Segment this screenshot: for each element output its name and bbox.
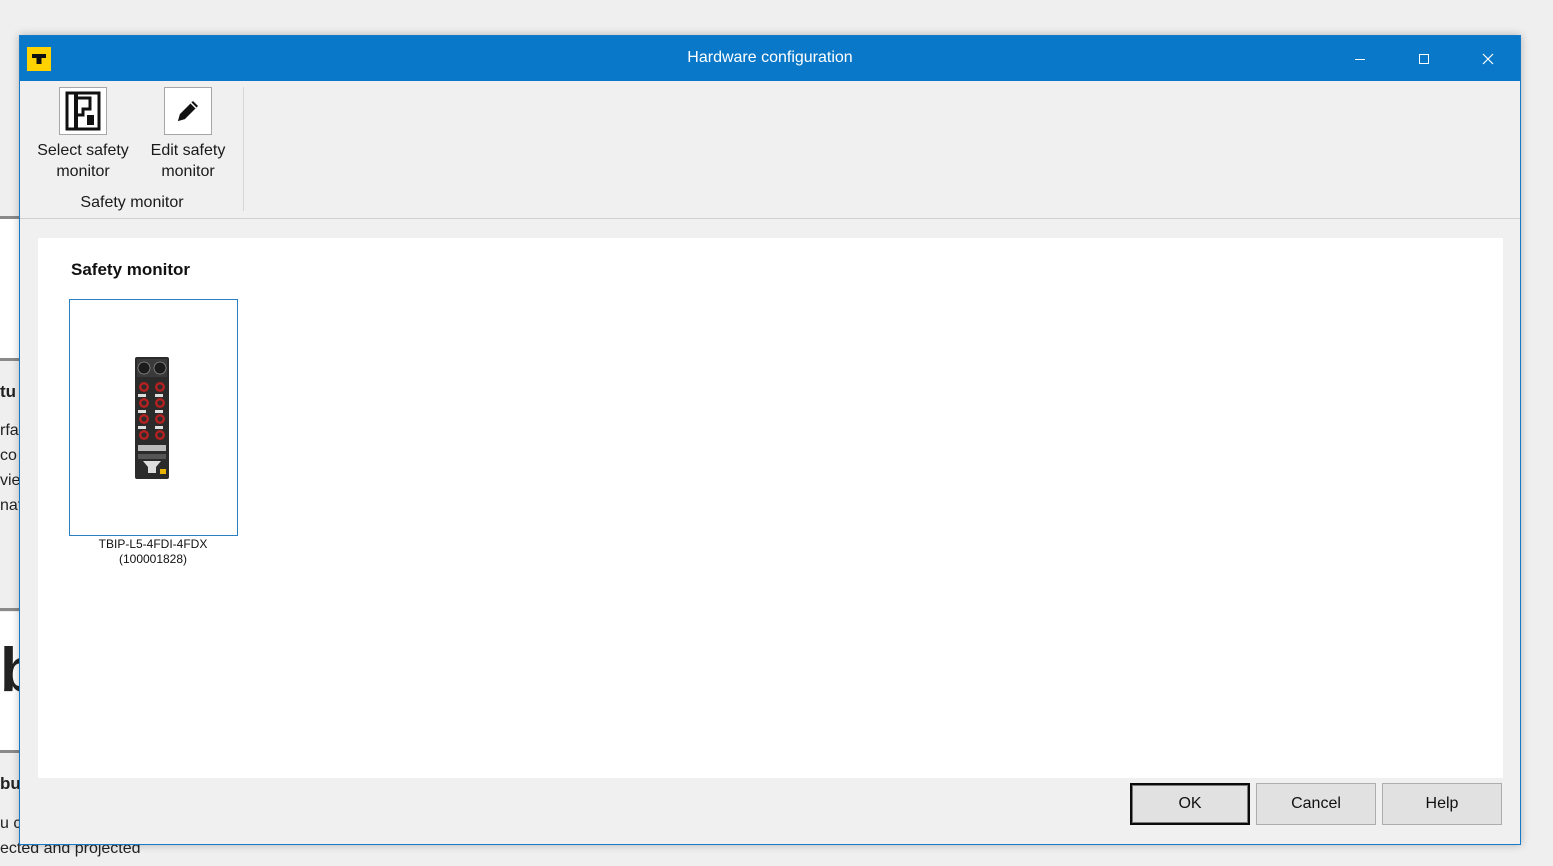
bg-text-1: tu [0, 382, 17, 401]
bg-divider-3 [0, 608, 20, 611]
device-id: (100001828) [118, 552, 188, 566]
close-button[interactable] [1456, 36, 1520, 81]
bg-text-2: rfa [0, 422, 19, 439]
bg-divider-1 [0, 216, 20, 219]
ribbon-group-separator [243, 87, 244, 211]
pencil-icon [164, 87, 212, 135]
device-name: TBIP-L5-4FDI-4FDX [98, 537, 208, 551]
ribbon-toolbar: Select safety monitor Edit safety monito… [20, 81, 1520, 219]
help-button[interactable]: Help [1382, 783, 1502, 825]
select-label-line-2: monitor [56, 163, 110, 180]
minimize-button[interactable] [1328, 36, 1392, 81]
bg-divider-4 [0, 750, 20, 753]
maximize-button[interactable] [1392, 36, 1456, 81]
window-title: Hardware configuration [687, 49, 853, 66]
hardware-configuration-dialog: Hardware configuration Select safety mon… [19, 35, 1521, 845]
maximize-icon [1419, 53, 1429, 64]
bg-text-4: vie [0, 472, 20, 489]
device-caption: TBIP-L5-4FDI-4FDX (100001828) [53, 537, 253, 567]
bg-panel-1 [0, 218, 20, 358]
select-label-line-1: Select safety [37, 142, 129, 159]
minimize-icon [1355, 58, 1365, 60]
bg-text-7: bu [0, 774, 20, 793]
ribbon-group-label: Safety monitor [80, 194, 184, 211]
ok-button[interactable]: OK [1130, 783, 1250, 825]
close-icon [1482, 53, 1494, 64]
section-title: Safety monitor [71, 260, 191, 279]
bg-divider-2 [0, 358, 20, 361]
content-panel: Safety monitor TBIP-L5-4FDI-4FDX (100001… [38, 238, 1503, 778]
select-safety-monitor-button[interactable]: Select safety monitor [30, 87, 136, 182]
edit-label-line-1: Edit safety [150, 142, 226, 159]
io-module-device-icon [135, 357, 169, 484]
bg-text-5: nati [0, 497, 20, 514]
device-card[interactable] [69, 299, 238, 536]
select-monitor-icon [59, 87, 107, 135]
cancel-button[interactable]: Cancel [1256, 783, 1376, 825]
edit-safety-monitor-button[interactable]: Edit safety monitor [142, 87, 234, 182]
title-bar[interactable]: Hardware configuration [20, 36, 1520, 81]
bg-text-8: u c [0, 815, 20, 832]
bg-text-6: b [0, 640, 20, 702]
bg-text-3: co [0, 447, 17, 464]
edit-label-line-2: monitor [161, 163, 215, 180]
